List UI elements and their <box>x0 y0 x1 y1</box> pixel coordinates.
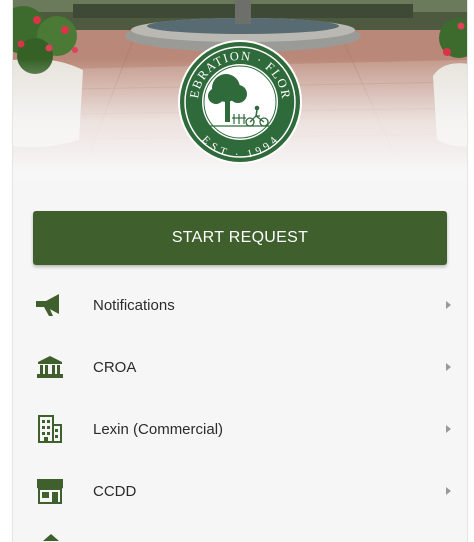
app-screen: CELEBRATION · FLORIDA EST · 1994 <box>12 0 468 542</box>
chevron-right-icon <box>446 425 451 433</box>
start-request-button[interactable]: START REQUEST <box>33 211 447 265</box>
megaphone-icon <box>33 288 67 322</box>
menu-item-label: CCDD <box>93 482 137 500</box>
menu-item-label: CROA <box>93 358 137 376</box>
menu-list: Notifications CROA Lexin (Commercial) CC… <box>13 274 467 522</box>
house-icon <box>43 534 59 541</box>
office-building-icon <box>33 412 67 446</box>
storefront-icon <box>33 474 67 508</box>
menu-item-notifications[interactable]: Notifications <box>13 274 467 336</box>
chevron-right-icon <box>446 487 451 495</box>
menu-item-croa[interactable]: CROA <box>13 336 467 398</box>
menu-item-label: Lexin (Commercial) <box>93 420 224 438</box>
chevron-right-icon <box>446 363 451 371</box>
celebration-seal-logo: CELEBRATION · FLORIDA EST · 1994 <box>176 38 302 164</box>
building-columns-icon <box>33 350 67 384</box>
chevron-right-icon <box>446 301 451 309</box>
menu-item-ccdd[interactable]: CCDD <box>13 460 467 522</box>
menu-item-label: Notifications <box>93 296 175 314</box>
header-banner: CELEBRATION · FLORIDA EST · 1994 <box>13 0 467 196</box>
menu-item-lexin-commercial[interactable]: Lexin (Commercial) <box>13 398 467 460</box>
